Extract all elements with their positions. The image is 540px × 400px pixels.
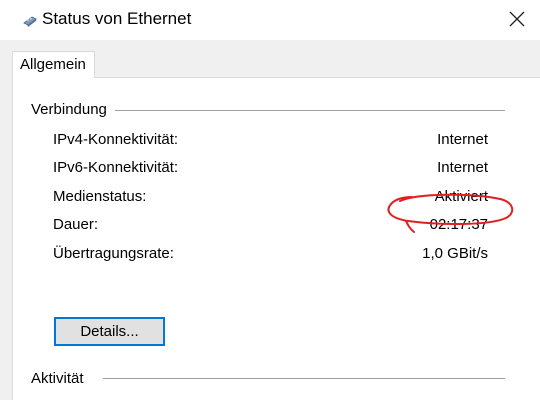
ipv6-label: IPv6-Konnektivität: xyxy=(53,159,179,176)
close-icon xyxy=(509,11,525,27)
title-bar[interactable]: Status von Ethernet xyxy=(0,0,540,40)
aktivitaet-group-heading: Aktivität xyxy=(31,370,92,388)
ipv4-value: Internet xyxy=(437,131,488,148)
medienstatus-value: Aktiviert xyxy=(434,188,488,205)
dauer-label: Dauer: xyxy=(53,216,99,233)
tab-allgemein[interactable]: Allgemein xyxy=(12,51,95,78)
dialog-body: Allgemein Verbindung IPv4-Konnektivität:… xyxy=(0,40,540,400)
details-button[interactable]: Details... xyxy=(54,317,165,346)
aktivitaet-group-line xyxy=(103,378,505,379)
window-title: Status von Ethernet xyxy=(42,9,192,28)
tab-panel-allgemein: Verbindung IPv4-Konnektivität: Internet … xyxy=(12,77,540,400)
status-window: Status von Ethernet Allgemein Verbindung… xyxy=(0,0,540,400)
dauer-value: 02:17:37 xyxy=(429,216,488,233)
ipv4-label: IPv4-Konnektivität: xyxy=(53,131,179,148)
verbindung-group-line xyxy=(113,110,505,111)
ipv6-value: Internet xyxy=(437,159,488,176)
uebertragungsrate-label: Übertragungsrate: xyxy=(53,245,174,262)
network-adapter-icon xyxy=(23,16,37,28)
uebertragungsrate-value: 1,0 GBit/s xyxy=(422,245,488,262)
medienstatus-label: Medienstatus: xyxy=(53,188,147,205)
close-button[interactable] xyxy=(494,0,540,38)
verbindung-group-heading: Verbindung xyxy=(31,101,115,119)
